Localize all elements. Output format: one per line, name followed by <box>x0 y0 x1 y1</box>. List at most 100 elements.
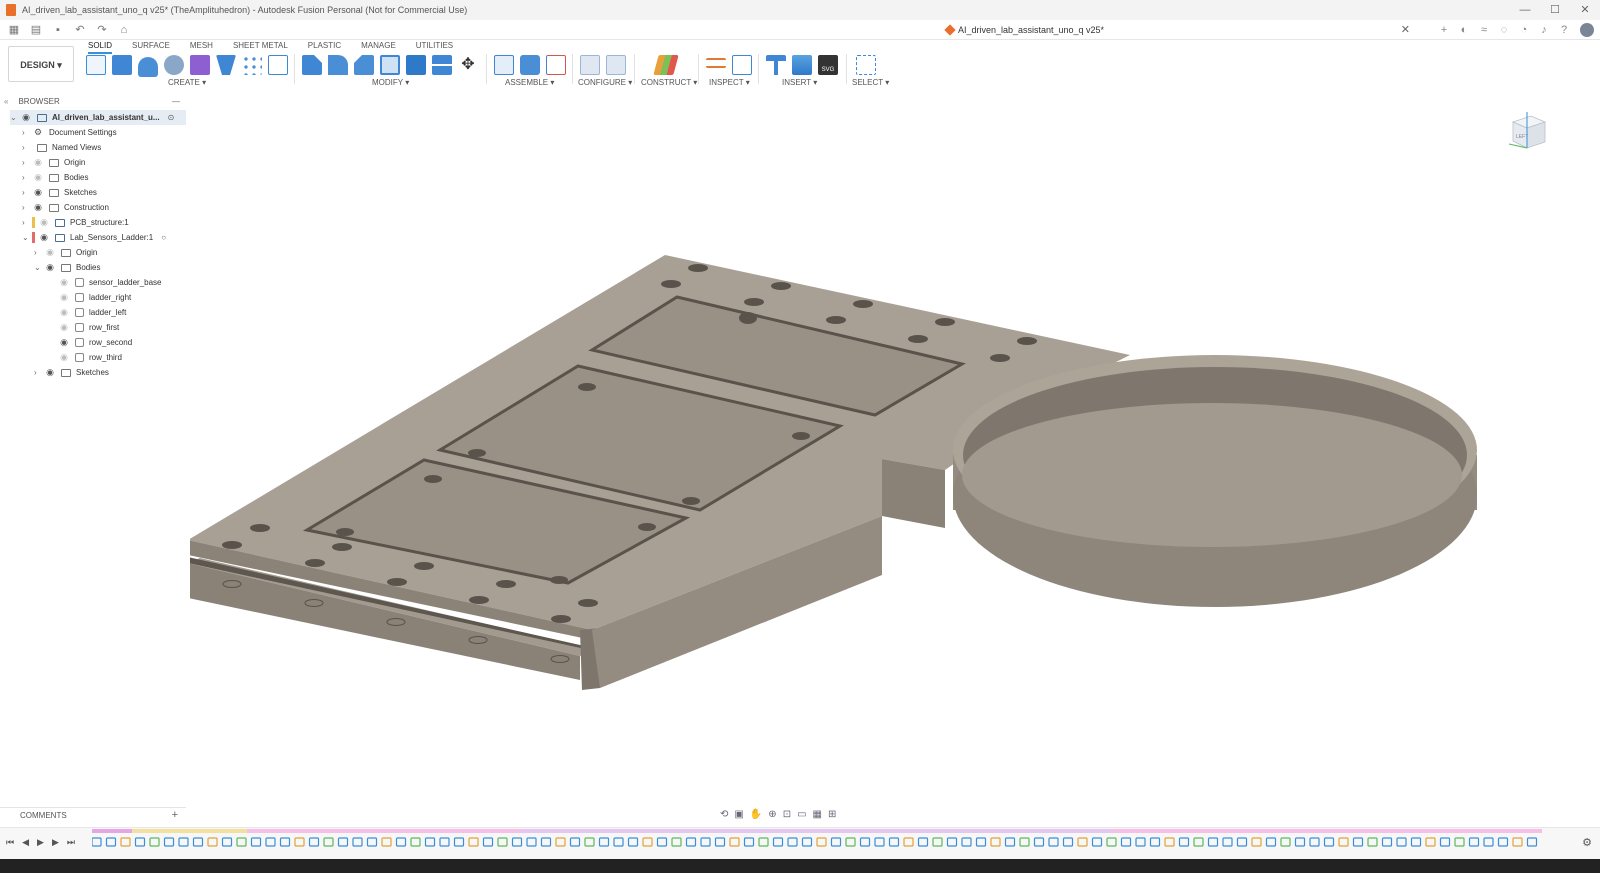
timeline-feature-icon[interactable] <box>1091 837 1103 847</box>
timeline-feature-icon[interactable] <box>1468 837 1480 847</box>
timeline-feature-icon[interactable] <box>758 837 769 847</box>
timeline-feature-icon[interactable] <box>1178 837 1190 847</box>
visibility-eye-icon[interactable]: ◉ <box>58 337 70 348</box>
chevron-right-icon[interactable]: › <box>22 173 32 182</box>
browser-item-sketches-sub[interactable]: › ◉ Sketches <box>34 365 109 380</box>
redo-icon[interactable]: ↷ <box>94 23 110 37</box>
construct-group-label[interactable]: CONSTRUCT ▾ <box>641 78 697 87</box>
timeline-feature-icon[interactable] <box>250 837 262 847</box>
timeline-feature-icon[interactable] <box>1033 837 1045 847</box>
timeline-feature-icon[interactable] <box>1135 837 1146 847</box>
maximize-button[interactable]: ☐ <box>1540 0 1570 20</box>
timeline-feature-icon[interactable] <box>903 837 914 847</box>
timeline-settings-gear-icon[interactable]: ⚙ <box>1582 836 1592 849</box>
timeline-feature-icon[interactable] <box>1120 837 1132 847</box>
timeline-feature-icon[interactable] <box>366 837 378 847</box>
clock-icon[interactable]: ◔ <box>1514 24 1534 36</box>
visibility-eye-hidden-icon[interactable]: ◉ <box>32 172 44 183</box>
tab-utilities[interactable]: UTILITIES <box>416 41 453 54</box>
chevron-right-icon[interactable]: › <box>22 128 32 137</box>
browser-item-body[interactable]: ◉ sensor_ladder_base <box>58 275 162 290</box>
timeline-feature-icon[interactable] <box>845 837 856 847</box>
offset-plane-icon[interactable] <box>653 55 679 75</box>
chevron-right-icon[interactable]: › <box>22 203 32 212</box>
revolve-icon[interactable] <box>138 57 158 77</box>
timeline-feature-icon[interactable] <box>729 837 740 847</box>
timeline-feature-icon[interactable] <box>830 837 842 847</box>
timeline-feature-icon[interactable] <box>555 837 566 847</box>
visibility-eye-hidden-icon[interactable]: ◉ <box>58 277 70 288</box>
window-select-icon[interactable] <box>856 55 876 75</box>
visibility-eye-icon[interactable]: ◉ <box>44 262 56 273</box>
visibility-eye-hidden-icon[interactable]: ◉ <box>32 157 44 168</box>
timeline-feature-icon[interactable] <box>134 837 146 847</box>
timeline-feature-icon[interactable] <box>1222 837 1233 847</box>
browser-item-body[interactable]: ◉ row_second <box>58 335 132 350</box>
timeline-feature-icon[interactable] <box>946 837 958 847</box>
chevron-down-icon[interactable]: ⌄ <box>34 263 44 272</box>
tab-solid[interactable]: SOLID <box>88 41 113 54</box>
timeline-feature-icon[interactable] <box>265 837 276 847</box>
browser-item-body[interactable]: ◉ ladder_right <box>58 290 131 305</box>
mirror-icon[interactable] <box>268 55 288 75</box>
browser-item-body[interactable]: ◉ ladder_left <box>58 305 126 320</box>
timeline-features[interactable] <box>92 836 1542 848</box>
create-group-label[interactable]: CREATE ▾ <box>168 78 206 87</box>
timeline-feature-icon[interactable] <box>1309 837 1320 847</box>
file-menu-icon[interactable]: ▤ <box>28 23 44 37</box>
visibility-eye-hidden-icon[interactable]: ◉ <box>58 292 70 303</box>
assemble-group-label[interactable]: ASSEMBLE ▾ <box>505 78 554 87</box>
step-forward-icon[interactable]: ▶ <box>52 837 59 848</box>
chevron-right-icon[interactable]: › <box>22 218 32 227</box>
pattern-icon[interactable] <box>242 55 262 75</box>
browser-item-construction[interactable]: › ◉ Construction <box>22 200 109 215</box>
move-copy-icon[interactable]: ✥ <box>458 55 478 75</box>
visibility-eye-hidden-icon[interactable]: ◉ <box>58 307 70 318</box>
timeline-feature-icon[interactable] <box>787 837 798 847</box>
zoom-icon[interactable]: ⊕ <box>768 809 776 820</box>
timeline-feature-icon[interactable] <box>1251 837 1262 847</box>
timeline-feature-icon[interactable] <box>236 837 247 847</box>
visibility-eye-hidden-icon[interactable]: ◉ <box>58 322 70 333</box>
timeline-feature-icon[interactable] <box>323 837 334 847</box>
browser-item-origin[interactable]: › ◉ Origin <box>22 155 85 170</box>
timeline-feature-icon[interactable] <box>1077 837 1088 847</box>
undo-icon[interactable]: ↶ <box>72 23 88 37</box>
browser-item-pcb-structure[interactable]: › ◉ PCB_structure:1 <box>22 215 129 230</box>
visibility-eye-icon[interactable]: ◉ <box>32 187 44 198</box>
notification-bell-icon[interactable]: ♪ <box>1534 24 1554 36</box>
timeline-feature-icon[interactable] <box>279 837 291 847</box>
step-back-icon[interactable]: ◀ <box>22 837 29 848</box>
timeline-feature-icon[interactable] <box>1483 837 1494 847</box>
timeline-feature-icon[interactable] <box>1149 837 1161 847</box>
timeline-feature-icon[interactable] <box>1352 837 1364 847</box>
timeline-feature-icon[interactable] <box>801 837 813 847</box>
timeline-feature-icon[interactable] <box>1019 837 1030 847</box>
select-group-label[interactable]: SELECT ▾ <box>852 78 889 87</box>
activate-radio-icon[interactable]: ○ <box>161 233 166 242</box>
timeline-feature-icon[interactable] <box>613 837 624 847</box>
online-status-icon[interactable]: ◌ <box>1494 24 1514 36</box>
tab-manage[interactable]: MANAGE <box>361 41 396 54</box>
timeline-feature-icon[interactable] <box>917 837 929 847</box>
user-avatar[interactable] <box>1580 23 1594 37</box>
new-component-icon[interactable] <box>494 55 514 75</box>
create-sketch-icon[interactable] <box>86 55 106 75</box>
inspect-group-label[interactable]: INSPECT ▾ <box>709 78 750 87</box>
timeline-feature-icon[interactable] <box>120 837 131 847</box>
activate-radio-icon[interactable]: ⊙ <box>168 113 175 122</box>
combine-icon[interactable] <box>406 55 426 75</box>
modify-group-label[interactable]: MODIFY ▾ <box>372 78 409 87</box>
timeline-feature-icon[interactable] <box>424 837 436 847</box>
extension-icon[interactable]: ◐ <box>1454 24 1474 36</box>
visibility-eye-hidden-icon[interactable]: ◉ <box>58 352 70 363</box>
timeline-feature-icon[interactable] <box>627 837 639 847</box>
insert-derive-icon[interactable] <box>766 55 786 75</box>
save-icon[interactable]: ▪ <box>50 23 66 37</box>
timeline-feature-icon[interactable] <box>497 837 508 847</box>
timeline-feature-icon[interactable] <box>569 837 581 847</box>
visibility-eye-hidden-icon[interactable]: ◉ <box>38 217 50 228</box>
display-settings-icon[interactable]: ▭ <box>797 809 806 820</box>
timeline-feature-icon[interactable] <box>700 837 711 847</box>
timeline-feature-icon[interactable] <box>1280 837 1291 847</box>
